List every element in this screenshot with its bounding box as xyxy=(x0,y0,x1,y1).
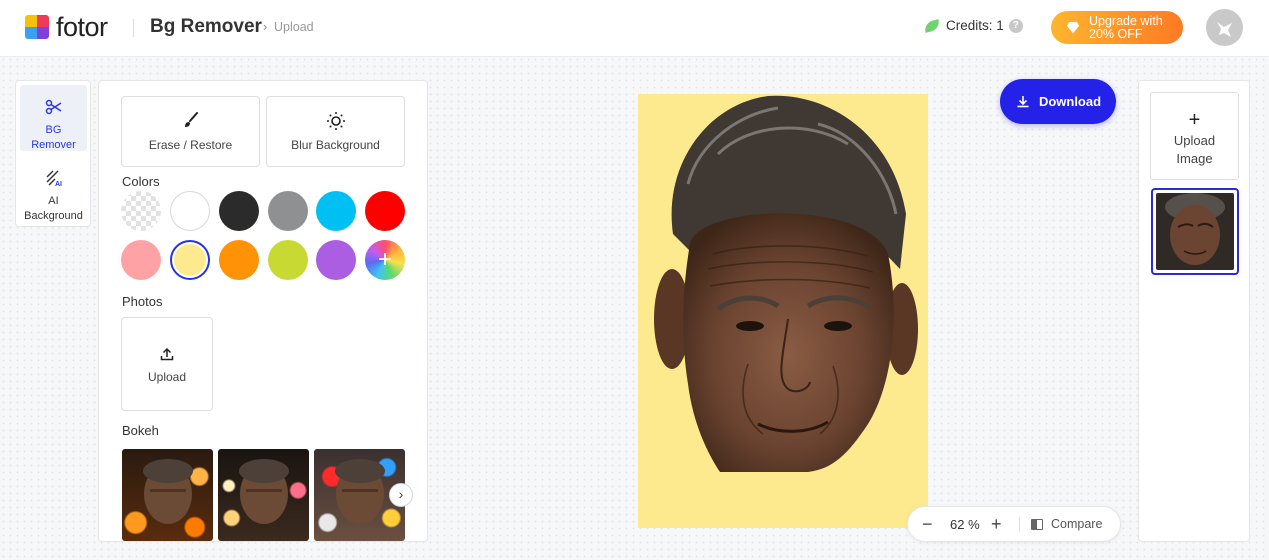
upload-image-line2: Image xyxy=(1176,151,1213,166)
blur-icon xyxy=(267,110,404,132)
colors-title: Colors xyxy=(122,174,160,189)
upload-image-line1: Upload xyxy=(1173,133,1216,148)
swatch-purple[interactable] xyxy=(316,240,356,280)
zoom-divider xyxy=(1019,517,1020,532)
blur-background-label: Blur Background xyxy=(291,138,380,152)
swatch-pink[interactable] xyxy=(121,240,161,280)
zoom-level: 62 % xyxy=(950,517,980,532)
blur-background-button[interactable]: Blur Background xyxy=(266,96,405,167)
bokeh-next-chevron-icon[interactable]: › xyxy=(389,483,413,507)
upgrade-button[interactable]: Upgrade with 20% OFF xyxy=(1051,11,1183,44)
zoom-out-minus-icon[interactable]: − xyxy=(922,514,933,534)
plus-icon: + xyxy=(1188,109,1201,131)
rail-item-bg-remover-line2: Remover xyxy=(31,139,76,151)
custom-color-plus-icon[interactable]: + xyxy=(365,240,405,280)
bird-avatar-icon xyxy=(1217,22,1232,37)
bokeh-thumbnail-2[interactable] xyxy=(218,449,309,541)
zoom-bar: − 62 % + Compare xyxy=(907,506,1121,542)
credits-text: Credits: 1 xyxy=(946,18,1004,33)
swatch-black[interactable] xyxy=(219,191,259,231)
breadcrumb-chevron-icon: › xyxy=(263,19,268,34)
cutout-portrait-image xyxy=(654,95,918,472)
swatch-white[interactable] xyxy=(170,191,210,231)
upgrade-label: Upgrade with 20% OFF xyxy=(1089,13,1163,41)
erase-restore-button[interactable]: Erase / Restore xyxy=(121,96,260,167)
erase-restore-label: Erase / Restore xyxy=(148,138,233,152)
bokeh-face-image xyxy=(143,459,193,524)
swatch-orange[interactable] xyxy=(219,240,259,280)
tool-rail: BG Remover AI AI Background xyxy=(15,80,91,227)
bokeh-face-image xyxy=(239,459,289,524)
image-thumbnail-selected[interactable] xyxy=(1151,188,1239,275)
fotor-logo[interactable]: fotor xyxy=(25,12,108,42)
editor-canvas[interactable] xyxy=(638,94,928,528)
upload-label: Upload xyxy=(147,370,187,384)
upgrade-label-line2: 20% OFF xyxy=(1089,26,1143,41)
swatch-red[interactable] xyxy=(365,191,405,231)
svg-text:AI: AI xyxy=(55,181,62,187)
ai-background-icon: AI xyxy=(20,166,87,190)
upload-icon xyxy=(122,346,212,364)
scissors-icon xyxy=(20,95,87,119)
bokeh-title: Bokeh xyxy=(122,423,159,438)
compare-label: Compare xyxy=(1051,517,1103,531)
bokeh-thumbnail-1[interactable] xyxy=(122,449,213,541)
rail-item-ai-background-line2: Background xyxy=(24,210,83,222)
rail-item-ai-background[interactable]: AI AI Background xyxy=(20,156,87,222)
thumbnail-portrait xyxy=(1156,193,1234,270)
photos-title: Photos xyxy=(122,294,163,309)
swatch-yellow-selected[interactable] xyxy=(170,240,210,280)
product-title: Bg Remover xyxy=(150,16,262,37)
upload-image-button[interactable]: + Upload Image xyxy=(1150,92,1239,180)
download-button[interactable]: Download xyxy=(1000,79,1116,124)
compare-button[interactable]: Compare xyxy=(1031,517,1102,531)
zoom-in-plus-icon[interactable]: + xyxy=(991,514,1002,534)
download-label: Download xyxy=(1038,94,1102,109)
rail-item-bg-remover[interactable]: BG Remover xyxy=(20,85,87,151)
avatar[interactable] xyxy=(1206,9,1243,46)
rail-item-bg-remover-line1: BG xyxy=(45,124,62,136)
credits-indicator[interactable]: Credits: 1 ? xyxy=(922,18,1023,33)
upgrade-label-line1: Upgrade with xyxy=(1089,13,1163,28)
header-divider xyxy=(133,19,134,37)
upload-photo-button[interactable]: Upload xyxy=(121,317,213,411)
swatch-lime[interactable] xyxy=(268,240,308,280)
breadcrumb-upload[interactable]: Upload xyxy=(274,20,314,34)
rail-item-ai-background-line1: AI xyxy=(48,195,59,207)
brush-icon xyxy=(122,110,259,132)
image-strip: + Upload Image xyxy=(1138,80,1250,542)
logo-text: fotor xyxy=(56,12,108,42)
tool-panel: Erase / Restore Blur Background Colors +… xyxy=(98,80,428,542)
download-icon xyxy=(1017,95,1029,107)
swatch-cyan[interactable] xyxy=(316,191,356,231)
help-icon[interactable]: ? xyxy=(1008,18,1023,33)
top-header: fotor Bg Remover › Upload Credits: 1 ? U… xyxy=(0,0,1269,57)
diamond-icon xyxy=(1067,21,1079,34)
swatch-transparent[interactable] xyxy=(121,191,161,231)
fotor-logo-mark xyxy=(25,15,49,39)
swatch-gray[interactable] xyxy=(268,191,308,231)
compare-icon xyxy=(1031,518,1043,530)
leaf-icon xyxy=(922,18,942,33)
